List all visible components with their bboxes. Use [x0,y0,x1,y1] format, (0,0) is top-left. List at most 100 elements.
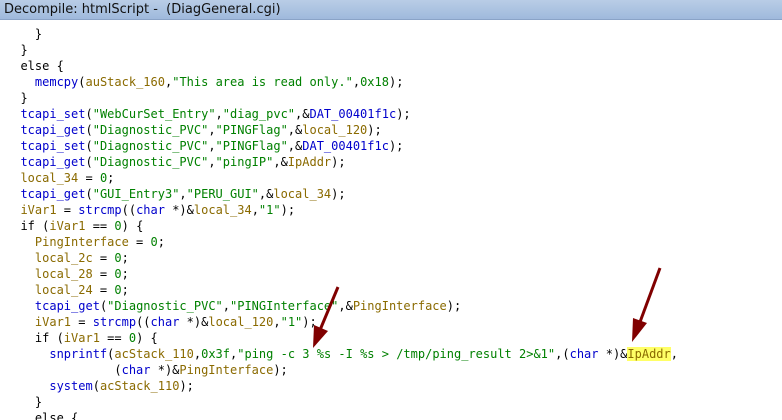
code-line[interactable]: local_24 = 0; [6,282,129,298]
code-token: PingInterface [352,299,447,313]
code-token: tcapi_get [20,123,86,137]
code-line[interactable]: tcapi_get("Diagnostic_PVC","pingIP",&IpA… [6,154,346,170]
code-token: ); [331,187,346,201]
code-line[interactable]: iVar1 = strcmp((char *)&local_34,"1"); [6,202,295,218]
code-token: "PINGFlag" [215,123,288,137]
code-token: = [92,251,115,265]
code-token: "PERU_GUI" [186,187,259,201]
code-token: system [49,379,93,393]
code-line[interactable]: PingInterface = 0; [6,234,165,250]
code-token: ; [157,235,165,249]
code-line[interactable]: local_34 = 0; [6,170,114,186]
code-token: IpAddr [287,155,332,169]
code-line[interactable]: } [6,42,27,58]
code-token: , [208,123,216,137]
code-line[interactable]: tcapi_get("Diagnostic_PVC","PINGFlag",&l… [6,122,381,138]
code-line[interactable]: snprintf(acStack_110,0x3f,"ping -c 3 %s … [6,346,678,362]
code-line[interactable]: else { [6,410,78,420]
code-token: iVar1 [63,331,100,345]
code-token: = [71,315,93,329]
code-line[interactable]: } [6,394,42,410]
code-line[interactable]: } [6,90,28,106]
code-token: == [85,219,115,233]
code-token: IpAddr [627,347,671,361]
code-token: if ( [6,331,64,345]
code-token: = [92,283,115,297]
code-token: ( [85,155,93,169]
code-token: ,& [258,187,274,201]
code-token: ); [388,139,404,153]
code-token: local_2c [34,251,93,265]
code-token: if ( [6,219,50,233]
code-line[interactable]: iVar1 = strcmp((char *)&local_120,"1"); [6,314,317,330]
code-line[interactable]: } [6,26,42,42]
code-line[interactable]: if (iVar1 == 0) { [6,218,143,234]
code-token: , [208,155,216,169]
decompiled-code-view[interactable]: } } else { memcpy(auStack_160,"This area… [0,20,782,420]
decompiler-window: Decompile: htmlScript - (DiagGeneral.cgi… [0,0,782,420]
code-token: ,& [287,139,303,153]
code-line[interactable]: else { [6,58,63,74]
code-token: ); [396,107,411,121]
code-token: else { [6,411,79,420]
code-token: 0 [114,251,122,265]
code-token: ( [85,123,93,137]
code-token: "This area is read only." [172,75,353,89]
code-token: 0x3f [201,347,231,361]
code-token: ,& [295,107,310,121]
code-token: "diag_pvc" [222,107,296,121]
code-line[interactable]: tcapi_set("WebCurSet_Entry","diag_pvc",&… [6,106,411,122]
window-title: Decompile: htmlScript - (DiagGeneral.cgi… [4,2,281,17]
code-token: tcapi_get [34,299,100,313]
code-line[interactable]: tcapi_set("Diagnostic_PVC","PINGFlag",&D… [6,138,403,154]
code-token: 0 [114,283,122,297]
code-token: iVar1 [34,315,72,329]
code-line[interactable]: tcapi_get("GUI_Entry3","PERU_GUI",&local… [6,186,346,202]
code-line[interactable]: if (iVar1 == 0) { [6,330,158,346]
code-token: ); [331,155,346,169]
code-token: 0x18 [360,75,389,89]
code-token: ,& [287,123,303,137]
code-token: PingInterface [34,235,129,249]
code-token: iVar1 [20,203,57,217]
code-token: ); [302,315,317,329]
code-token: ); [388,75,404,89]
code-line[interactable]: (char *)&PingInterface); [6,362,287,378]
code-line[interactable]: system(acStack_110); [6,378,194,394]
code-line[interactable]: local_2c = 0; [6,250,129,266]
title-bar[interactable]: Decompile: htmlScript - (DiagGeneral.cgi… [0,0,782,20]
code-line[interactable]: local_28 = 0; [6,266,129,282]
code-token: , [273,315,281,329]
code-token: = [92,267,115,281]
code-token: 0 [114,219,122,233]
code-token: acStack_110 [99,379,180,393]
code-token: iVar1 [49,219,86,233]
code-token: } [6,91,28,105]
code-token: 0 [150,235,158,249]
code-token: ,& [273,155,288,169]
code-token: acStack_110 [114,347,194,361]
code-token: ( [92,379,100,393]
code-token: "Diagnostic_PVC" [92,139,209,153]
code-token: char [121,363,151,377]
code-token: tcapi_set [20,107,86,121]
code-token: ( [85,187,93,201]
code-token: PingInterface [179,363,274,377]
code-token: char [136,203,165,217]
code-token: strcmp [78,203,122,217]
code-token: , [179,187,187,201]
code-token: local_24 [34,283,93,297]
code-token: "1" [258,203,281,217]
code-line[interactable]: tcapi_get("Diagnostic_PVC","PINGInterfac… [6,298,461,314]
code-token: ); [179,379,194,393]
code-line[interactable]: memcpy(auStack_160,"This area is read on… [6,74,404,90]
code-token: = [128,235,151,249]
code-token: "Diagnostic_PVC" [107,299,223,313]
